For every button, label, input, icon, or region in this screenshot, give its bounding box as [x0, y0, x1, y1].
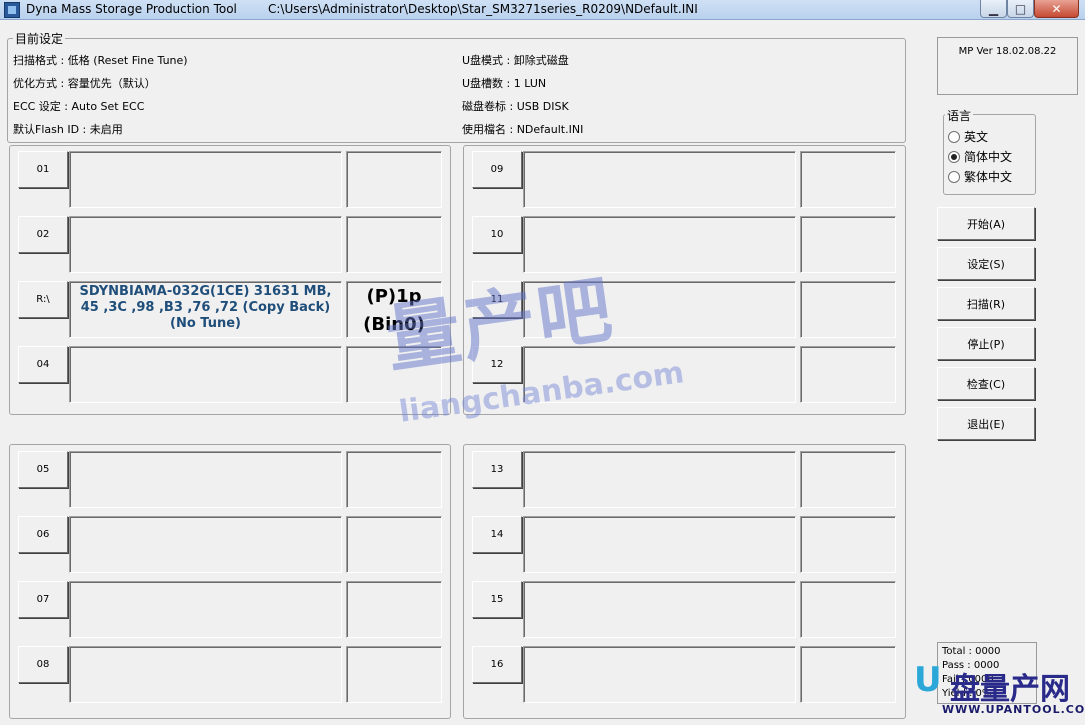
ini-filename-text: 使用檔名 : NDefault.INI	[462, 123, 584, 136]
port-button-07[interactable]: 07	[18, 581, 68, 618]
stop-button[interactable]: 停止(P)	[937, 327, 1035, 360]
port-status-cell	[800, 281, 896, 338]
app-icon	[4, 2, 20, 18]
port-status-cell	[800, 646, 896, 703]
language-option-traditional[interactable]: 繁体中文	[948, 168, 1012, 185]
port-status-cell	[346, 581, 442, 638]
port-status-cell	[346, 451, 442, 508]
port-button-13[interactable]: 13	[472, 451, 522, 488]
current-settings-title: 目前设定	[13, 30, 66, 47]
language-option-english[interactable]: 英文	[948, 128, 988, 145]
port-status-cell	[800, 516, 896, 573]
volume-label-text: 磁盘卷标 : USB DISK	[462, 100, 569, 113]
watermark-logo-url: WWW.UPANTOOL.COM	[942, 703, 1085, 716]
port-button-04[interactable]: 04	[18, 346, 68, 383]
port-button-14[interactable]: 14	[472, 516, 522, 553]
port-button-01[interactable]: 01	[18, 151, 68, 188]
port-status-cell	[346, 516, 442, 573]
port-status-cell	[800, 451, 896, 508]
port-info-cell	[523, 646, 796, 703]
port-status-cell	[800, 216, 896, 273]
port-button-03[interactable]: R:\	[18, 281, 68, 318]
port-button-09[interactable]: 09	[472, 151, 522, 188]
minimize-button[interactable]: ▁	[980, 0, 1007, 18]
device-info-cell: SDYNBIAMA-032G(1CE) 31631 MB, 45 ,3C ,98…	[69, 281, 342, 338]
language-option-simplified[interactable]: 简体中文	[948, 148, 1012, 165]
port-status-cell	[346, 216, 442, 273]
window-title: Dyna Mass Storage Production Tool	[26, 2, 237, 16]
radio-english[interactable]	[948, 130, 960, 143]
port-info-cell	[69, 451, 342, 508]
settings-button[interactable]: 设定(S)	[937, 247, 1035, 280]
check-button[interactable]: 检查(C)	[937, 367, 1035, 400]
lun-count-text: U盘槽数 : 1 LUN	[462, 77, 547, 90]
port-info-cell	[69, 151, 342, 208]
ecc-setting-text: ECC 设定 : Auto Set ECC	[13, 100, 145, 113]
close-button[interactable]: ✕	[1034, 0, 1079, 18]
exit-button[interactable]: 退出(E)	[937, 407, 1035, 440]
radio-traditional[interactable]	[948, 170, 960, 183]
scan-button[interactable]: 扫描(R)	[937, 287, 1035, 320]
port-status-cell	[800, 581, 896, 638]
port-status-cell	[346, 646, 442, 703]
port-info-cell	[523, 581, 796, 638]
start-button[interactable]: 开始(A)	[937, 207, 1035, 240]
port-info-cell	[69, 346, 342, 403]
watermark-logo-text: 盘量产网	[950, 672, 1070, 707]
port-info-cell	[523, 151, 796, 208]
port-status-cell	[800, 346, 896, 403]
port-button-02[interactable]: 02	[18, 216, 68, 253]
maximize-button[interactable]: □	[1007, 0, 1034, 18]
port-info-cell	[69, 216, 342, 273]
watermark-logo-u: U	[914, 660, 942, 700]
port-button-16[interactable]: 16	[472, 646, 522, 683]
disk-mode-text: U盘模式 : 卸除式磁盘	[462, 54, 569, 67]
port-status-cell	[800, 151, 896, 208]
port-status-cell	[346, 151, 442, 208]
port-info-cell	[69, 646, 342, 703]
port-info-cell	[69, 581, 342, 638]
port-button-06[interactable]: 06	[18, 516, 68, 553]
radio-simplified[interactable]	[948, 150, 960, 163]
port-button-10[interactable]: 10	[472, 216, 522, 253]
language-option-label: 英文	[964, 130, 989, 144]
scan-format-text: 扫描格式 : 低格 (Reset Fine Tune)	[13, 54, 188, 67]
port-button-05[interactable]: 05	[18, 451, 68, 488]
language-title: 语言	[945, 107, 974, 124]
port-button-08[interactable]: 08	[18, 646, 68, 683]
port-button-15[interactable]: 15	[472, 581, 522, 618]
language-option-label: 简体中文	[964, 150, 1013, 164]
flash-id-text: 默认Flash ID : 未启用	[13, 123, 123, 136]
language-option-label: 繁体中文	[964, 170, 1013, 184]
window-ini-path: C:\Users\Administrator\Desktop\Star_SM32…	[268, 2, 698, 16]
port-info-cell	[69, 516, 342, 573]
total-count: Total : 0000	[942, 646, 1001, 657]
port-info-cell	[523, 451, 796, 508]
port-info-cell	[523, 516, 796, 573]
version-box: MP Ver 18.02.08.22	[937, 37, 1078, 95]
optimize-mode-text: 优化方式 : 容量优先（默认）	[13, 77, 156, 90]
